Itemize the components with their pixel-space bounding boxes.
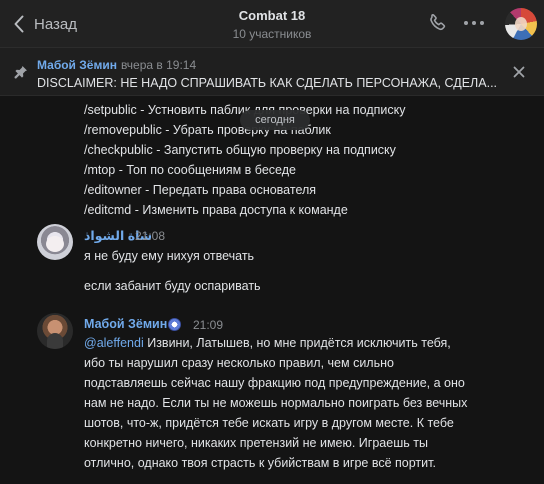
list-item: /mtop - Топ по сообщениям в беседе [84,163,296,177]
message-author[interactable]: Мабой Зёмин [84,317,167,331]
pinned-meta: Мабой Зёмин вчера в 19:14 [37,58,196,72]
pinned-date: вчера в 19:14 [120,58,197,72]
message-text: если забанит буду оспаривать [84,279,261,293]
chat-window: Назад Combat 18 10 участников Мабой Зёми… [0,0,544,484]
message-time[interactable]: 21:09 [193,318,223,332]
message-text: я не буду ему нихуя отвечать [84,249,255,263]
chat-title-block: Combat 18 10 участников [0,8,544,42]
participants-count[interactable]: 10 участников [0,26,544,42]
pinned-text: DISCLAIMER: НЕ НАДО СПРАШИВАТЬ КАК СДЕЛА… [37,76,498,90]
back-label: Назад [34,15,77,33]
avatar[interactable] [37,224,73,260]
pin-icon [14,65,28,84]
list-item: /editcmd - Изменить права доступа к кома… [84,203,348,217]
chat-title[interactable]: Combat 18 [0,8,544,24]
message-text: @aleffendi Извини, Латышев, но мне придё… [84,333,474,473]
chevron-left-icon [14,15,24,33]
mention-link[interactable]: @aleffendi [84,336,144,350]
chat-header: Назад Combat 18 10 участников [0,0,544,48]
verified-badge-icon [168,318,181,331]
close-icon[interactable] [513,65,525,83]
pinned-message-bar[interactable]: Мабой Зёмин вчера в 19:14 DISCLAIMER: НЕ … [0,48,544,96]
more-icon[interactable] [464,21,484,25]
back-button[interactable]: Назад [14,11,77,37]
phone-icon[interactable] [426,12,448,39]
chat-avatar[interactable] [505,8,537,40]
avatar[interactable] [37,313,73,349]
message-body: Извини, Латышев, но мне придётся исключи… [84,336,468,470]
list-item: /editowner - Передать права основателя [84,183,317,197]
message-history[interactable]: /setpublic - Устновить паблик для провер… [0,96,544,484]
list-item: /checkpublic - Запустить общую проверку … [84,143,396,157]
message-time[interactable]: 21:08 [135,229,165,243]
pinned-author[interactable]: Мабой Зёмин [37,58,117,72]
day-separator: сегодня [240,110,310,130]
